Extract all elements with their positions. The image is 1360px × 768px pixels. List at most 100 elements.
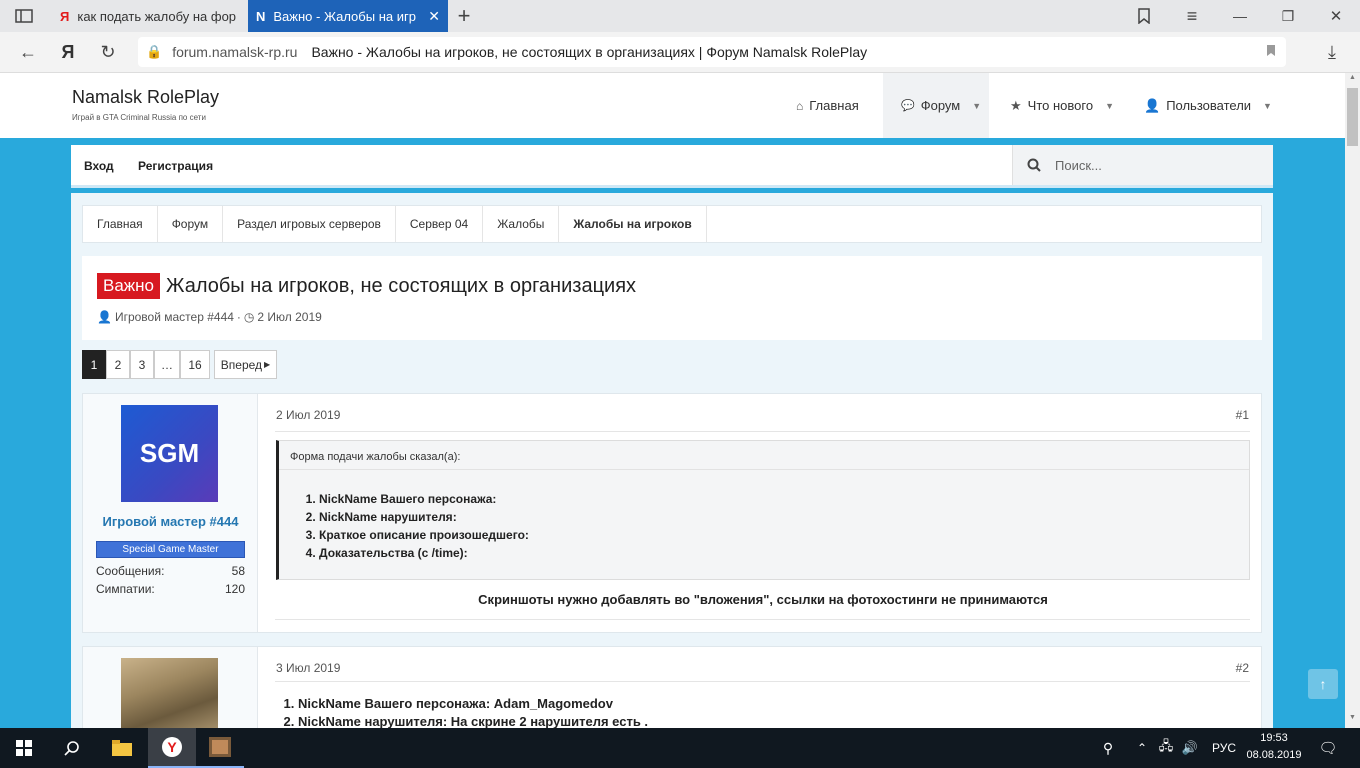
thread-date[interactable]: 2 Июл 2019: [257, 310, 321, 324]
caret-right-icon: ▶: [264, 360, 271, 369]
site-logo-subtitle: Играй в GTA Criminal Russia по сети: [72, 113, 206, 122]
page-16-button[interactable]: 16: [180, 350, 210, 379]
breadcrumb-item[interactable]: Форум: [158, 206, 224, 242]
yandex-home-icon[interactable]: Я: [56, 40, 80, 64]
register-link[interactable]: Регистрация: [138, 159, 213, 173]
breadcrumb-current[interactable]: Жалобы на игроков: [559, 206, 707, 242]
downloads-icon[interactable]: ⤓: [1320, 40, 1344, 64]
thread-author[interactable]: Игровой мастер #444: [115, 310, 234, 324]
post-user-column: SGM Игровой мастер #444 Special Game Mas…: [83, 394, 258, 632]
search-icon: [1027, 158, 1041, 172]
likes-label: Симпатии:: [96, 582, 155, 596]
yandex-browser-icon[interactable]: Y: [148, 728, 196, 768]
breadcrumb-item[interactable]: Жалобы: [483, 206, 560, 242]
page-2-button[interactable]: 2: [106, 350, 130, 379]
taskbar: Y ⚲ ⌃ 🖧 🔊 РУС 19:53 08.08.2019 🗨: [0, 728, 1360, 768]
sub-navigation: Вход Регистрация Поиск...: [71, 145, 1273, 188]
browser-tab-2[interactable]: N Важно - Жалобы на игр ✕: [248, 0, 448, 32]
page-ellipsis[interactable]: …: [154, 350, 180, 379]
nav-users-label: Пользователи: [1166, 98, 1252, 113]
volume-icon[interactable]: 🔊: [1178, 728, 1202, 768]
next-page-button[interactable]: Вперед ▶: [214, 350, 277, 379]
chevron-down-icon[interactable]: ▼: [1263, 101, 1272, 111]
comments-icon: 💬: [901, 100, 915, 112]
notifications-icon[interactable]: 🗨: [1312, 728, 1344, 768]
page-3-button[interactable]: 3: [130, 350, 154, 379]
arrow-up-icon: ↑: [1319, 676, 1327, 692]
yandex-favicon-icon: Я: [60, 8, 70, 24]
nav-whats-new-label: Что нового: [1027, 98, 1094, 113]
search-box[interactable]: Поиск...: [1012, 145, 1273, 185]
list-item: Доказательства (с /time):: [319, 544, 529, 562]
back-icon[interactable]: ←: [16, 40, 40, 64]
login-link[interactable]: Вход: [84, 159, 114, 173]
post-date[interactable]: 2 Июл 2019: [276, 408, 340, 422]
menu-icon[interactable]: ≡: [1180, 4, 1204, 28]
clock-date[interactable]: 08.08.2019: [1242, 749, 1306, 761]
new-tab-icon[interactable]: +: [452, 3, 476, 28]
close-tab-icon[interactable]: ✕: [428, 8, 440, 25]
list-item: NickName Вашего персонажа:: [319, 490, 529, 508]
scroll-up-icon[interactable]: ▲: [1347, 74, 1358, 84]
quote-list: NickName Вашего персонажа: NickName нару…: [279, 490, 529, 562]
post-user-column: [83, 647, 258, 729]
user-title-badge: Special Game Master: [96, 541, 245, 558]
site-logo-title[interactable]: Namalsk RolePlay: [72, 87, 219, 108]
page-scrollbar[interactable]: [1345, 73, 1360, 728]
post-divider: [275, 431, 1250, 432]
nav-home[interactable]: ⌂ Главная: [796, 73, 859, 138]
windows-start-icon[interactable]: [0, 728, 48, 768]
minimize-icon[interactable]: —: [1228, 4, 1252, 28]
browser-tab-1[interactable]: Я как подать жалобу на фор: [52, 0, 248, 32]
breadcrumb-item[interactable]: Раздел игровых серверов: [223, 206, 396, 242]
language-indicator[interactable]: РУС: [1206, 728, 1242, 768]
scroll-top-button[interactable]: ↑: [1308, 669, 1338, 699]
meta-separator: ·: [236, 310, 241, 324]
nav-forum[interactable]: 💬 Форум ▼: [883, 73, 989, 138]
chevron-down-icon[interactable]: ▼: [1105, 101, 1114, 111]
messages-count[interactable]: 58: [203, 564, 245, 578]
tab-label: как подать жалобу на фор: [77, 8, 237, 24]
page-1-button[interactable]: 1: [82, 350, 106, 379]
file-explorer-icon[interactable]: [98, 728, 146, 768]
search-icon[interactable]: [48, 728, 96, 768]
star-icon: ★: [1010, 97, 1022, 113]
breadcrumb-item[interactable]: Главная: [83, 206, 158, 242]
post-date[interactable]: 3 Июл 2019: [276, 661, 340, 675]
quote-header[interactable]: Форма подачи жалобы сказал(а):: [290, 451, 460, 463]
post-number[interactable]: #2: [1213, 661, 1249, 675]
svg-text:Y: Y: [167, 739, 177, 755]
nav-users[interactable]: 👤 Пользователи ▼: [1144, 73, 1272, 138]
people-icon[interactable]: ⚲: [1092, 728, 1124, 768]
avatar-text: SGM: [139, 438, 200, 468]
url-domain: forum.namalsk-rp.ru: [172, 44, 298, 60]
breadcrumb-item[interactable]: Сервер 04: [396, 206, 484, 242]
avatar[interactable]: [121, 658, 218, 729]
nav-whats-new[interactable]: ★ Что нового ▼: [1010, 73, 1114, 138]
search-placeholder: Поиск...: [1055, 157, 1102, 173]
post-1: SGM Игровой мастер #444 Special Game Mas…: [82, 393, 1262, 633]
quote-block: Форма подачи жалобы сказал(а): NickName …: [276, 440, 1250, 580]
restore-icon[interactable]: ❐: [1276, 4, 1300, 28]
list-item: Краткое описание произошедшего:: [319, 526, 529, 544]
tabs-overview-icon[interactable]: [12, 4, 36, 28]
bookmarks-icon[interactable]: [1132, 4, 1156, 28]
reload-icon[interactable]: ↻: [96, 40, 120, 64]
url-page-title: Важно - Жалобы на игроков, не состоящих …: [311, 44, 868, 60]
clock-time[interactable]: 19:53: [1242, 732, 1306, 744]
scroll-down-icon[interactable]: ▼: [1347, 714, 1358, 724]
bookmark-page-icon[interactable]: [1266, 44, 1276, 60]
chevron-down-icon[interactable]: ▼: [972, 101, 981, 111]
game-app-icon[interactable]: [196, 728, 244, 768]
close-window-icon[interactable]: ✕: [1324, 4, 1348, 28]
post-number[interactable]: #1: [1213, 408, 1249, 422]
scrollbar-thumb[interactable]: [1347, 88, 1358, 146]
post-note: Скриншоты нужно добавлять во "вложения",…: [478, 592, 1048, 607]
thread-prefix-badge[interactable]: Важно: [97, 273, 161, 299]
chevron-up-icon[interactable]: ⌃: [1130, 728, 1154, 768]
url-field[interactable]: 🔒 forum.namalsk-rp.ru Важно - Жалобы на …: [138, 37, 1286, 67]
post-username[interactable]: Игровой мастер #444: [83, 514, 258, 529]
avatar[interactable]: SGM: [121, 405, 218, 502]
network-icon[interactable]: 🖧: [1154, 728, 1178, 768]
quote-divider: [279, 469, 1249, 470]
